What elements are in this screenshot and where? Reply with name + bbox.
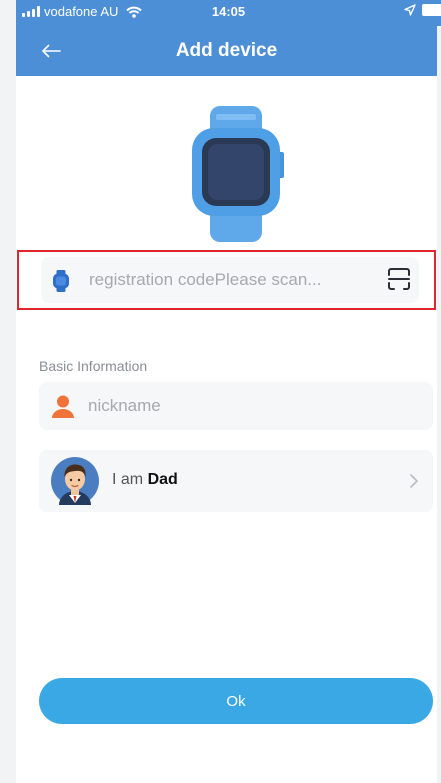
section-title-basic-info: Basic Information: [39, 358, 148, 374]
registration-code-field[interactable]: [41, 257, 419, 303]
nickname-input[interactable]: [88, 394, 408, 418]
status-time: 14:05: [211, 4, 246, 19]
location-arrow-icon: [404, 4, 416, 16]
ok-button[interactable]: Ok: [39, 678, 433, 724]
status-bar: vodafone AU 14:05: [16, 0, 441, 26]
status-right: [404, 4, 441, 16]
left-margin: [0, 0, 16, 783]
battery-icon: [422, 4, 441, 16]
relation-selector[interactable]: I am Dad: [39, 450, 433, 512]
nickname-field[interactable]: [39, 382, 433, 430]
right-margin: [437, 0, 441, 783]
relation-label: I am Dad: [112, 471, 178, 489]
relation-prefix: I am: [112, 471, 148, 488]
registration-code-field-highlight: [17, 250, 436, 310]
relation-role: Dad: [147, 471, 178, 488]
chevron-right-icon: [410, 474, 418, 488]
dad-avatar: [51, 457, 99, 505]
smartwatch-illustration: [192, 106, 284, 242]
page-title: Add device: [175, 40, 278, 61]
scan-qr-icon[interactable]: [387, 267, 411, 291]
registration-code-input[interactable]: [89, 268, 364, 292]
nav-bar: Add device: [16, 26, 437, 76]
person-icon: [52, 395, 74, 418]
watch-icon: [53, 270, 69, 292]
